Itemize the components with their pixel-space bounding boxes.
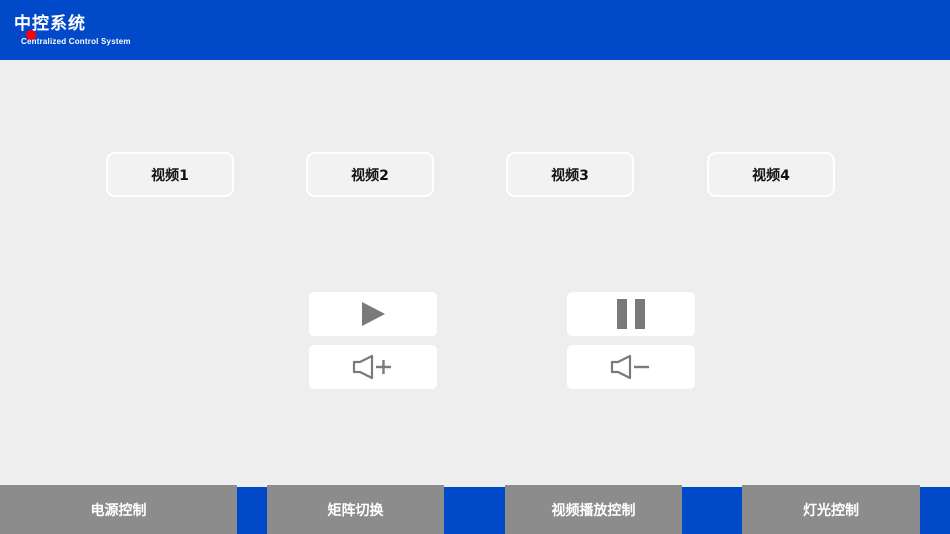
pause-icon: [617, 299, 645, 329]
video-3-button[interactable]: 视频3: [506, 152, 634, 197]
volume-up-icon: [352, 354, 391, 380]
nav-power-control[interactable]: 电源控制: [0, 485, 237, 534]
app-title: 中控系统: [14, 14, 86, 34]
app-subtitle: Centralized Control System: [21, 37, 131, 46]
play-button[interactable]: [309, 292, 437, 336]
video-1-button[interactable]: 视频1: [106, 152, 234, 197]
volume-up-button[interactable]: [309, 345, 437, 389]
pause-button[interactable]: [567, 292, 695, 336]
status-indicator-dot: [26, 30, 36, 40]
video-2-button[interactable]: 视频2: [306, 152, 434, 197]
app-header: 中控系统 Centralized Control System: [0, 0, 950, 60]
play-icon: [362, 302, 385, 326]
volume-down-icon: [610, 354, 649, 380]
volume-down-button[interactable]: [567, 345, 695, 389]
nav-video-playback-control[interactable]: 视频播放控制: [505, 485, 682, 534]
nav-matrix-switch[interactable]: 矩阵切换: [267, 485, 444, 534]
video-4-button[interactable]: 视频4: [707, 152, 835, 197]
nav-lighting-control[interactable]: 灯光控制: [742, 485, 920, 534]
